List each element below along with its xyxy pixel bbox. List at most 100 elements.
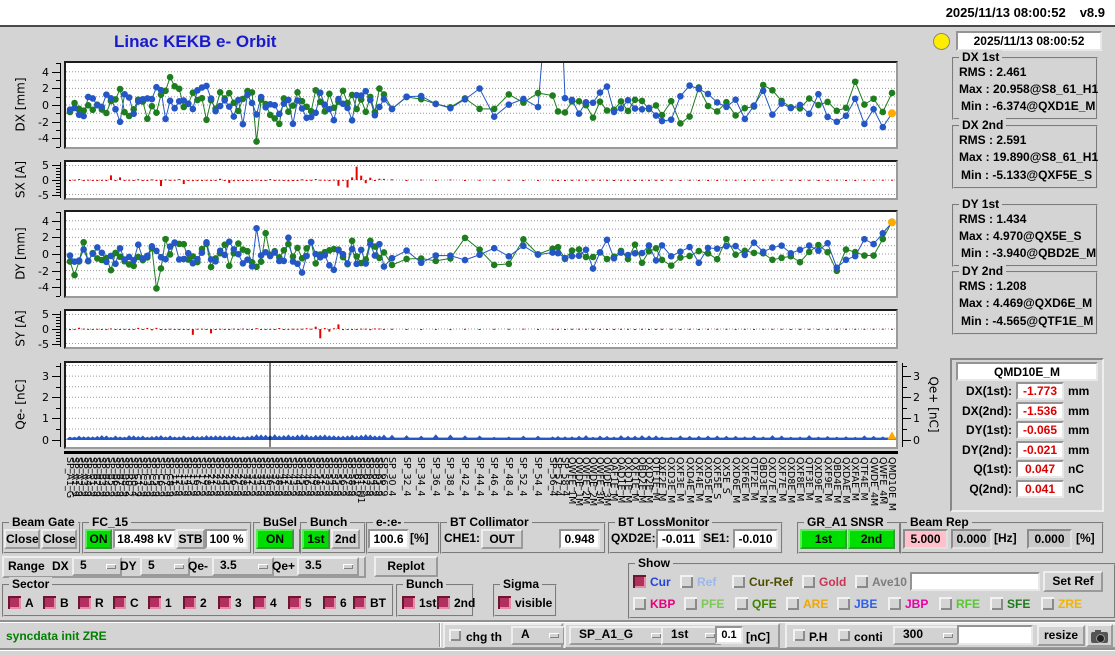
show-checkbox-ARE[interactable] bbox=[786, 597, 799, 610]
x-axis-label: SP_25_9 bbox=[223, 457, 235, 497]
y-tick-minor bbox=[56, 334, 60, 336]
y-tick-major bbox=[52, 121, 60, 123]
bunch2-checkbox-2nd[interactable] bbox=[437, 596, 450, 609]
statusbar-bottom-border bbox=[0, 648, 1115, 651]
bt-collimator-value[interactable]: 0.948 bbox=[559, 529, 600, 549]
show-checkbox-Ref[interactable] bbox=[680, 575, 693, 588]
show-label-JBP: JBP bbox=[905, 597, 929, 611]
y-tick-minor bbox=[56, 146, 60, 148]
gr-a1-2nd-button[interactable]: 2nd bbox=[848, 529, 895, 549]
x-axis-label: QX5E_S bbox=[720, 457, 732, 494]
bunch-sel-dropdown[interactable]: 1st bbox=[661, 626, 721, 645]
sector-checkbox-1[interactable] bbox=[148, 596, 161, 609]
show-checkbox-Ave10[interactable] bbox=[855, 575, 868, 588]
bunch-1st-button[interactable]: 1st bbox=[302, 529, 330, 549]
threshold-input[interactable]: 0.1 bbox=[715, 626, 743, 644]
show-checkbox-QFE[interactable] bbox=[735, 597, 748, 610]
replot-button[interactable]: Replot bbox=[374, 556, 438, 577]
camera-button[interactable] bbox=[1086, 624, 1113, 647]
show-checkbox-KBP[interactable] bbox=[633, 597, 646, 610]
beam-gate-close-1[interactable]: Close bbox=[4, 529, 40, 549]
resize-button[interactable]: resize bbox=[1037, 625, 1085, 646]
busel-on-button[interactable]: ON bbox=[256, 529, 294, 549]
conti-checkbox[interactable] bbox=[838, 629, 850, 641]
y-axis-line bbox=[60, 311, 61, 347]
x-axis-label: QXF7E_M bbox=[775, 457, 787, 502]
ph-checkbox[interactable] bbox=[793, 629, 805, 641]
y-tick-minor bbox=[56, 331, 60, 333]
se1-label: SE1: bbox=[703, 531, 730, 545]
range-dy-label: DY bbox=[120, 559, 137, 573]
qxd2e-label: QXD2E: bbox=[611, 531, 656, 545]
gr-a1-1st-button[interactable]: 1st bbox=[800, 529, 847, 549]
min-label: Min : bbox=[961, 168, 989, 182]
sector-checkbox-4[interactable] bbox=[253, 596, 266, 609]
sector-checkbox-2[interactable] bbox=[183, 596, 196, 609]
che1-out-button[interactable]: OUT bbox=[481, 529, 523, 549]
statusbar-input[interactable] bbox=[957, 625, 1033, 645]
bunch2-checkbox-1st[interactable] bbox=[402, 596, 415, 609]
show-checkbox-Cur-Ref[interactable] bbox=[732, 575, 745, 588]
se1-value[interactable]: -0.010 bbox=[733, 529, 778, 549]
range-qem-dropdown[interactable]: 3.5 bbox=[212, 557, 274, 576]
bunch-2nd-button[interactable]: 2nd bbox=[331, 529, 360, 549]
range-dx-dropdown[interactable]: 5 bbox=[72, 557, 122, 576]
show-checkbox-ZRE[interactable] bbox=[1041, 597, 1054, 610]
x-axis-label: QBD2E_M bbox=[636, 457, 647, 504]
y-tick-major-right bbox=[903, 397, 911, 399]
sector-checkbox-B[interactable] bbox=[43, 596, 56, 609]
sp-sel-dropdown[interactable]: SP_A1_G bbox=[569, 626, 667, 645]
range-qep-dropdown[interactable]: 3.5 bbox=[297, 557, 359, 576]
eratio-value[interactable]: 100.6 bbox=[368, 529, 409, 549]
fc15-stb-button[interactable]: STB bbox=[176, 529, 205, 549]
chart-panel-sy bbox=[64, 309, 898, 349]
beam-rep-hz: [Hz] bbox=[994, 531, 1017, 545]
x-axis-label: SP_48_9 bbox=[309, 457, 321, 497]
camera-icon-lens bbox=[1096, 634, 1105, 643]
x-axis-label: SP_46_9 bbox=[300, 457, 312, 497]
show-ref-input[interactable] bbox=[910, 572, 1040, 591]
y-axis-title: DY [mm] bbox=[13, 227, 28, 280]
qxd2e-value[interactable]: -0.011 bbox=[656, 529, 701, 549]
range-dy-dropdown[interactable]: 5 bbox=[140, 557, 190, 576]
x-axis-label: QXD5E_M bbox=[702, 457, 713, 504]
dropdown-dash-icon bbox=[174, 563, 184, 569]
sector-checkbox-A[interactable] bbox=[8, 596, 21, 609]
status-indicator bbox=[933, 33, 950, 50]
show-checkbox-JBP[interactable] bbox=[888, 597, 901, 610]
dropdown-dash-icon bbox=[943, 632, 953, 638]
show-checkbox-Cur[interactable] bbox=[633, 575, 646, 588]
show-checkbox-PFE[interactable] bbox=[684, 597, 697, 610]
set-ref-button[interactable]: Set Ref bbox=[1043, 571, 1103, 592]
sector-checkbox-BT[interactable] bbox=[353, 596, 366, 609]
fc15-on-button[interactable]: ON bbox=[85, 529, 112, 549]
group-title: BT Collimator bbox=[447, 515, 532, 529]
show-checkbox-SFE[interactable] bbox=[990, 597, 1003, 610]
show-checkbox-Gold[interactable] bbox=[802, 575, 815, 588]
monitor-row-label: Q(2nd): bbox=[969, 481, 1012, 496]
y-tick-minor bbox=[56, 323, 60, 325]
x-axis-label: QTF2E_M bbox=[748, 457, 759, 501]
x-axis-label: SP_62_9 bbox=[359, 457, 371, 497]
x-axis-label: SP_56_9 bbox=[337, 457, 348, 497]
beam-gate-close-2[interactable]: Close bbox=[41, 529, 77, 549]
monitor-row-unit: nC bbox=[1068, 462, 1084, 476]
sector-checkbox-3[interactable] bbox=[218, 596, 231, 609]
chg-sel-dropdown[interactable]: A bbox=[511, 626, 565, 645]
x-axis-label: SP_C3_9 bbox=[141, 457, 153, 497]
sector-checkbox-R[interactable] bbox=[78, 596, 91, 609]
sector-checkbox-6[interactable] bbox=[323, 596, 336, 609]
chg-th-checkbox[interactable] bbox=[449, 629, 461, 641]
show-checkbox-RFE[interactable] bbox=[939, 597, 952, 610]
sector-checkbox-C[interactable] bbox=[113, 596, 126, 609]
npts-dropdown[interactable]: 300 bbox=[893, 626, 959, 645]
sector-checkbox-5[interactable] bbox=[288, 596, 301, 609]
titlebar-version: v8.9 bbox=[1079, 5, 1105, 20]
sigma-checkbox[interactable] bbox=[498, 596, 511, 609]
show-checkbox-JBE[interactable] bbox=[837, 597, 850, 610]
chg-th-label: chg th bbox=[466, 630, 502, 644]
y-tick-major bbox=[52, 287, 60, 289]
y-axis-title: Qe- [nC] bbox=[13, 379, 28, 430]
x-axis-label: SP_26_9 bbox=[227, 457, 239, 497]
y-tick-major bbox=[52, 105, 60, 106]
